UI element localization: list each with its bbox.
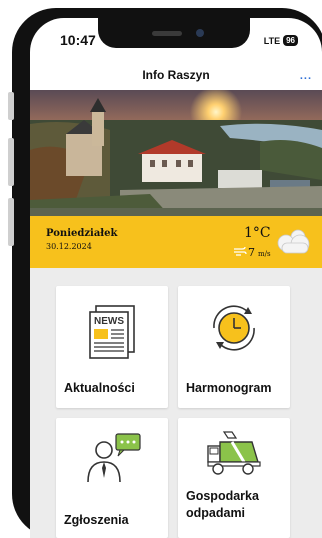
tile-reports-label: Zgłoszenia — [64, 513, 129, 527]
front-camera — [196, 29, 204, 37]
phone-side-button — [8, 138, 14, 186]
wind-icon — [234, 246, 247, 256]
app-screen: 10:47 LTE 96 Info Raszyn ... Poniedziałe… — [30, 18, 322, 538]
wind-unit: m/s — [258, 250, 271, 258]
battery-icon: 96 — [283, 35, 298, 46]
more-menu-button[interactable]: ... — [300, 70, 312, 82]
weather-date: 30.12.2024 — [46, 242, 92, 251]
tile-schedule-label: Harmonogram — [186, 381, 272, 395]
tile-schedule[interactable]: Harmonogram — [178, 286, 290, 408]
weather-temperature: 1°C — [244, 225, 271, 241]
network-label: LTE — [263, 35, 281, 46]
status-indicators: LTE 96 — [264, 35, 298, 46]
tile-reports[interactable]: Zgłoszenia — [56, 418, 168, 538]
tile-waste-label-line1: Gospodarka — [186, 489, 259, 503]
wind-speed: 7 — [248, 246, 255, 259]
tiles-grid: NEWS Aktualności Harmonogram Zgłoszenia … — [30, 268, 322, 538]
weather-banner[interactable]: Poniedziałek 30.12.2024 1°C 7 m/s — [30, 216, 322, 268]
page-title: Info Raszyn — [142, 68, 210, 82]
garbage-truck-icon — [178, 428, 290, 478]
phone-side-button — [8, 198, 14, 246]
cloud-icon — [277, 229, 310, 254]
person-chat-icon — [56, 432, 168, 486]
clock-icon — [178, 298, 290, 358]
tile-waste[interactable]: Gospodarka odpadami — [178, 418, 290, 538]
hero-photo — [30, 90, 322, 216]
tile-waste-label: Gospodarka odpadami — [186, 488, 259, 522]
weather-day: Poniedziałek — [46, 228, 118, 239]
status-time: 10:47 — [60, 32, 96, 48]
tile-news-label: Aktualności — [64, 381, 135, 395]
weather-wind: 7 m/s — [233, 246, 271, 259]
tile-news[interactable]: NEWS Aktualności — [56, 286, 168, 408]
tile-waste-label-line2: odpadami — [186, 506, 246, 520]
news-icon-text: NEWS — [94, 316, 124, 327]
speaker-grille — [152, 31, 182, 36]
phone-notch — [98, 18, 250, 48]
newspaper-icon: NEWS — [56, 302, 168, 360]
phone-side-button — [8, 92, 14, 120]
